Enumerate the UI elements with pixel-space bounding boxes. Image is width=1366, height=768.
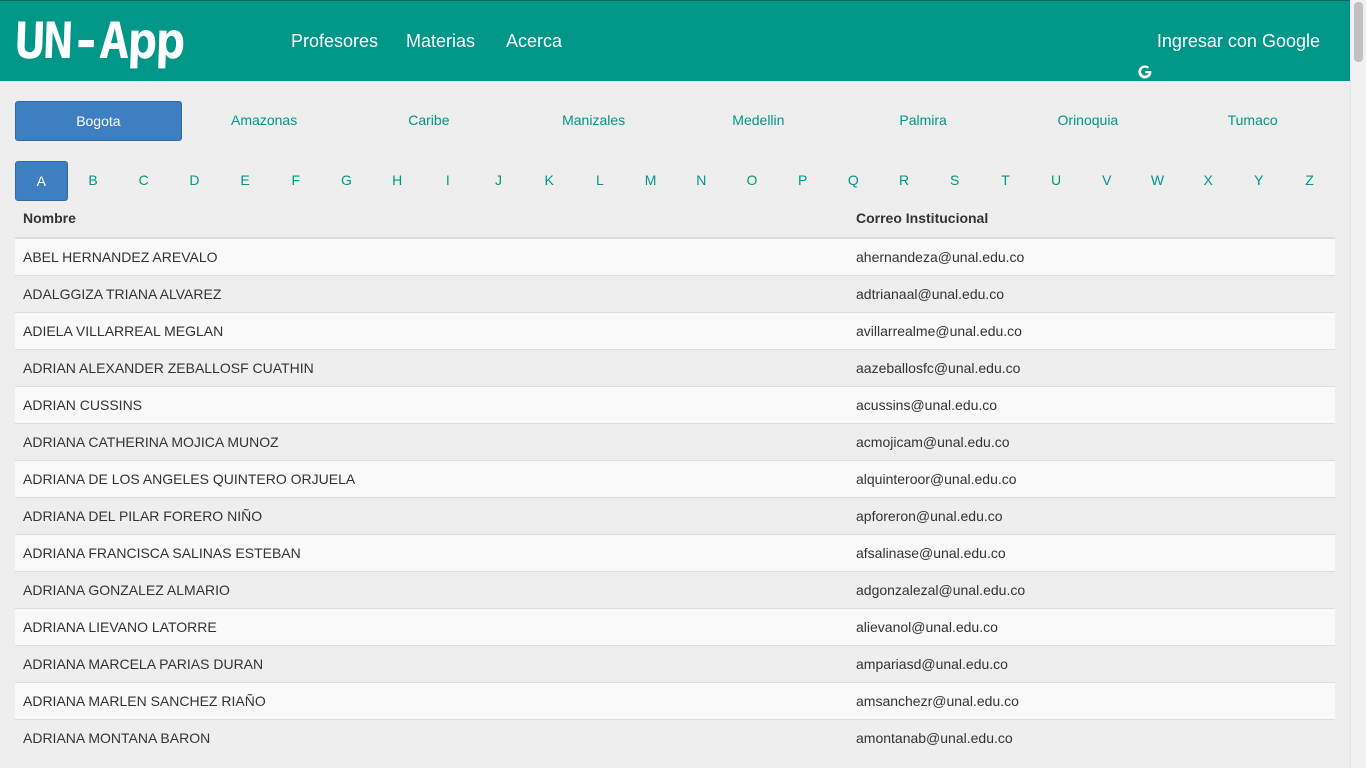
letter-tab-v[interactable]: V bbox=[1081, 161, 1132, 201]
letter-tab-g[interactable]: G bbox=[321, 161, 372, 201]
professors-table: Nombre Correo Institucional ABEL HERNAND… bbox=[15, 199, 1335, 756]
professor-email: ahernandeza@unal.edu.co bbox=[848, 237, 1335, 276]
app-logo[interactable]: UN-App bbox=[14, 12, 266, 70]
campus-tab-medellin[interactable]: Medellin bbox=[676, 101, 841, 141]
column-header-nombre: Nombre bbox=[15, 199, 848, 239]
scrollbar-thumb[interactable] bbox=[1354, 2, 1363, 62]
professor-email: avillarrealme@unal.edu.co bbox=[848, 312, 1335, 350]
campus-tab-bogota[interactable]: Bogota bbox=[15, 101, 182, 141]
professor-email: ampariasd@unal.edu.co bbox=[848, 645, 1335, 683]
table-row[interactable]: ADRIANA DEL PILAR FORERO NIÑO apforeron@u… bbox=[15, 497, 1335, 535]
column-header-correo: Correo Institucional bbox=[848, 199, 1335, 239]
letter-tab-j[interactable]: J bbox=[473, 161, 524, 201]
letter-tab-w[interactable]: W bbox=[1132, 161, 1183, 201]
professor-email: acussins@unal.edu.co bbox=[848, 386, 1335, 424]
table-row[interactable]: ADRIANA MARCELA PARIAS DURAN ampariasd@un… bbox=[15, 645, 1335, 683]
table-row[interactable]: ADRIANA CATHERINA MOJICA MUNOZ acmojicam@… bbox=[15, 423, 1335, 461]
letter-tab-z[interactable]: Z bbox=[1284, 161, 1335, 201]
google-icon bbox=[1137, 34, 1153, 78]
professor-name: ADRIANA MONTANA BARON bbox=[15, 719, 848, 756]
table-row[interactable]: ADRIANA GONZALEZ ALMARIO adgonzalezal@una… bbox=[15, 571, 1335, 609]
table-row[interactable]: ADRIANA LIEVANO LATORRE alievanol@unal.ed… bbox=[15, 608, 1335, 646]
google-login-label: Ingresar con Google bbox=[1156, 31, 1320, 51]
professor-email: acmojicam@unal.edu.co bbox=[848, 423, 1335, 461]
letter-tab-m[interactable]: M bbox=[625, 161, 676, 201]
letter-tab-s[interactable]: S bbox=[929, 161, 980, 201]
nav-link-profesores[interactable]: Profesores bbox=[291, 1, 378, 82]
letter-tab-c[interactable]: C bbox=[118, 161, 169, 201]
table-row[interactable]: ADIELA VILLARREAL MEGLAN avillarrealme@un… bbox=[15, 312, 1335, 350]
letter-tab-k[interactable]: K bbox=[524, 161, 575, 201]
professor-name: ADRIANA LIEVANO LATORRE bbox=[15, 608, 848, 646]
campus-tab-amazonas[interactable]: Amazonas bbox=[182, 101, 347, 141]
professor-email: amsanchezr@unal.edu.co bbox=[848, 682, 1335, 720]
navbar: UN-App Profesores Materias Acerca Ingres… bbox=[0, 0, 1350, 81]
letter-tab-x[interactable]: X bbox=[1183, 161, 1234, 201]
professor-email: alievanol@unal.edu.co bbox=[848, 608, 1335, 646]
table-header-row: Nombre Correo Institucional bbox=[15, 199, 1335, 239]
professor-email: aazeballosfc@unal.edu.co bbox=[848, 349, 1335, 387]
professor-name: ADRIANA CATHERINA MOJICA MUNOZ bbox=[15, 423, 848, 461]
letter-tabs: ABCDEFGHIJKLMNOPQRSTUVWXYZ bbox=[15, 161, 1335, 201]
letter-tab-i[interactable]: I bbox=[423, 161, 474, 201]
letter-tab-n[interactable]: N bbox=[676, 161, 727, 201]
letter-tab-e[interactable]: E bbox=[220, 161, 271, 201]
professor-name: ADRIANA GONZALEZ ALMARIO bbox=[15, 571, 848, 609]
professor-email: alquinteroor@unal.edu.co bbox=[848, 460, 1335, 498]
professor-name: ADALGGIZA TRIANA ALVAREZ bbox=[15, 275, 848, 313]
professor-name: ADIELA VILLARREAL MEGLAN bbox=[15, 312, 848, 350]
letter-tab-f[interactable]: F bbox=[270, 161, 321, 201]
professor-email: apforeron@unal.edu.co bbox=[848, 497, 1335, 535]
campus-tab-palmira[interactable]: Palmira bbox=[841, 101, 1006, 141]
table-row[interactable]: ADRIANA FRANCISCA SALINAS ESTEBAN afsalin… bbox=[15, 534, 1335, 572]
google-login-button[interactable]: Ingresar con Google bbox=[1137, 1, 1320, 82]
professor-name: ADRIANA MARLEN SANCHEZ RIAÑO bbox=[15, 682, 848, 720]
campus-tab-tumaco[interactable]: Tumaco bbox=[1170, 101, 1335, 141]
campus-tabs: Bogota Amazonas Caribe Manizales Medellin Pal… bbox=[15, 101, 1335, 141]
letter-tab-a[interactable]: A bbox=[15, 161, 68, 201]
professor-email: amontanab@unal.edu.co bbox=[848, 719, 1335, 756]
professor-email: adgonzalezal@unal.edu.co bbox=[848, 571, 1335, 609]
letter-tab-l[interactable]: L bbox=[575, 161, 626, 201]
nav-link-acerca[interactable]: Acerca bbox=[506, 1, 562, 82]
professor-email: afsalinase@unal.edu.co bbox=[848, 534, 1335, 572]
table-row[interactable]: ABEL HERNANDEZ AREVALO ahernandeza@unal.e… bbox=[15, 237, 1335, 276]
letter-tab-r[interactable]: R bbox=[879, 161, 930, 201]
letter-tab-p[interactable]: P bbox=[777, 161, 828, 201]
nav-link-materias[interactable]: Materias bbox=[406, 1, 475, 82]
professor-name: ADRIANA FRANCISCA SALINAS ESTEBAN bbox=[15, 534, 848, 572]
professor-name: ADRIAN ALEXANDER ZEBALLOSF CUATHIN bbox=[15, 349, 848, 387]
letter-tab-u[interactable]: U bbox=[1031, 161, 1082, 201]
professor-email: adtrianaal@unal.edu.co bbox=[848, 275, 1335, 313]
campus-tab-orinoquia[interactable]: Orinoquia bbox=[1006, 101, 1171, 141]
letter-tab-d[interactable]: D bbox=[169, 161, 220, 201]
table-row[interactable]: ADRIANA MONTANA BARON amontanab@unal.edu.… bbox=[15, 719, 1335, 756]
professor-name: ADRIANA DEL PILAR FORERO NIÑO bbox=[15, 497, 848, 535]
page-scrollbar[interactable] bbox=[1350, 0, 1366, 768]
professor-name: ADRIAN CUSSINS bbox=[15, 386, 848, 424]
table-row[interactable]: ADRIANA MARLEN SANCHEZ RIAÑO amsanchezr@u… bbox=[15, 682, 1335, 720]
table-row[interactable]: ADRIAN ALEXANDER ZEBALLOSF CUATHIN aazeba… bbox=[15, 349, 1335, 387]
letter-tab-y[interactable]: Y bbox=[1234, 161, 1285, 201]
professor-name: ADRIANA DE LOS ANGELES QUINTERO ORJUELA bbox=[15, 460, 848, 498]
professor-name: ADRIANA MARCELA PARIAS DURAN bbox=[15, 645, 848, 683]
table-row[interactable]: ADRIANA DE LOS ANGELES QUINTERO ORJUELA a… bbox=[15, 460, 1335, 498]
campus-tab-manizales[interactable]: Manizales bbox=[511, 101, 676, 141]
letter-tab-h[interactable]: H bbox=[372, 161, 423, 201]
letter-tab-o[interactable]: O bbox=[727, 161, 778, 201]
professor-name: ABEL HERNANDEZ AREVALO bbox=[15, 237, 848, 276]
letter-tab-t[interactable]: T bbox=[980, 161, 1031, 201]
campus-tab-caribe[interactable]: Caribe bbox=[347, 101, 512, 141]
page: UN-App Profesores Materias Acerca Ingres… bbox=[0, 0, 1350, 768]
table-row[interactable]: ADRIAN CUSSINS acussins@unal.edu.co bbox=[15, 386, 1335, 424]
letter-tab-q[interactable]: Q bbox=[828, 161, 879, 201]
letter-tab-b[interactable]: B bbox=[68, 161, 119, 201]
table-row[interactable]: ADALGGIZA TRIANA ALVAREZ adtrianaal@unal.… bbox=[15, 275, 1335, 313]
